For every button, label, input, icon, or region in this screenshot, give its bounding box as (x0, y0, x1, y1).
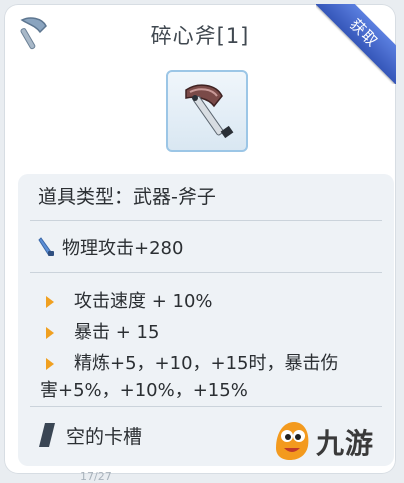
divider (30, 220, 382, 221)
effects-list: 攻击速度 + 10% 暴击 + 15 精炼+5，+10，+15时，暴击伤 害+5… (40, 288, 380, 404)
mascot-icon (276, 422, 309, 460)
attack-value: 物理攻击+280 (62, 238, 184, 259)
effect-item: 暴击 + 15 (40, 319, 380, 346)
bullet-icon (46, 358, 54, 370)
effect-text: 攻击速度 + 10% (74, 291, 213, 312)
slot-icon (38, 422, 56, 453)
axe-item-icon (185, 84, 234, 139)
bullet-icon (46, 327, 54, 339)
watermark-logo: 九游 (270, 418, 388, 462)
item-type: 道具类型：武器-斧子 (38, 186, 216, 208)
obtain-ribbon-button[interactable]: 获取 (316, 4, 396, 84)
sword-icon (38, 236, 56, 263)
effect-text: 精炼+5，+10，+15时，暴击伤 (74, 353, 339, 374)
slot-label: 空的卡槽 (66, 426, 143, 448)
partial-counter: 17/27 (80, 470, 112, 483)
effect-text: 暴击 + 15 (74, 322, 160, 343)
divider (30, 272, 382, 273)
watermark-brand: 九游 (316, 427, 375, 460)
attack-stat-row: 物理攻击+280 (38, 234, 183, 263)
divider (30, 406, 382, 407)
effect-text-continued: 害+5%，+10%，+15% (40, 380, 248, 401)
effect-item: 精炼+5，+10，+15时，暴击伤 害+5%，+10%，+15% (40, 350, 380, 404)
bullet-icon (46, 296, 54, 308)
obtain-label[interactable]: 获取 (316, 4, 396, 84)
item-tooltip-card: 碎心斧[1] 获取 道具类型：武器-斧子 物理攻击+280 攻击速度 + 10%… (4, 4, 396, 474)
effect-item: 攻击速度 + 10% (40, 288, 380, 315)
card-slot-row: 空的卡槽 (38, 422, 142, 453)
item-image-frame (166, 70, 248, 152)
